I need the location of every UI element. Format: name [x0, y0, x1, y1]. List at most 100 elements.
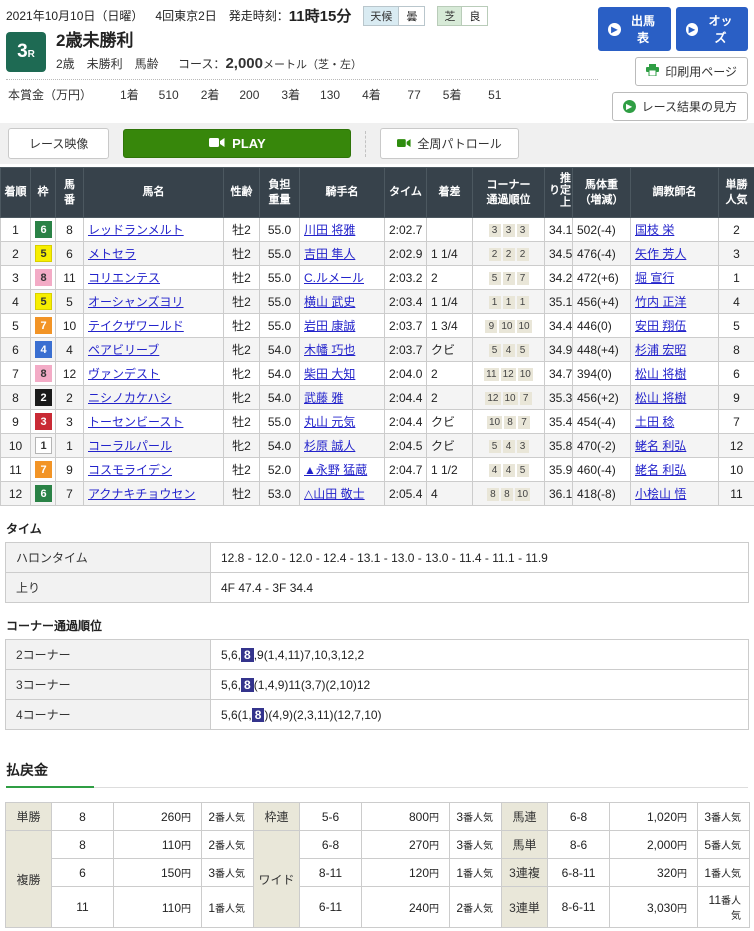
horse-weight: 418(-8) [573, 482, 631, 506]
frame-badge: 7 [35, 317, 52, 334]
sex-age: 牝2 [224, 362, 260, 386]
finish-position: 7 [1, 362, 31, 386]
payout-combo: 8-6 [548, 831, 610, 859]
col-trainer: 調教師名 [631, 168, 719, 218]
horse-name-link[interactable]: ペアビリーブ [88, 343, 159, 357]
meeting-name: 4回東京2日 [155, 7, 216, 24]
horse-name: ヴァンデスト [84, 362, 224, 386]
turf-condition-value: 良 [461, 7, 487, 25]
jockey-name-link[interactable]: 木幡 巧也 [304, 343, 355, 357]
payout-popularity: 3番人気 [202, 859, 254, 887]
weight-carried: 55.0 [260, 290, 300, 314]
weight-carried: 54.0 [260, 338, 300, 362]
jockey-name: 川田 将雅 [300, 218, 385, 242]
trainer-name-link[interactable]: 安田 翔伍 [635, 319, 686, 333]
jockey-name-link[interactable]: 横山 武史 [304, 295, 355, 309]
race-info-block: 2021年10月10日（日曜） 4回東京2日 発走時刻： 11時15分 天候 曇… [6, 5, 598, 121]
trainer-name-link[interactable]: 杉浦 宏昭 [635, 343, 686, 357]
winner-highlight: 8 [252, 708, 265, 722]
odds-button[interactable]: ▶ オッズ [676, 7, 749, 51]
horse-name-link[interactable]: コリエンテス [88, 271, 160, 285]
jockey-name-link[interactable]: 川田 将雅 [304, 223, 355, 237]
race-video-button[interactable]: レース映像 [8, 128, 109, 159]
jockey-name-link[interactable]: 杉原 誠人 [304, 439, 355, 453]
trainer-name: 矢作 芳人 [631, 242, 719, 266]
winner-highlight: 8 [241, 648, 254, 662]
trainer-name-link[interactable]: 蛯名 利弘 [635, 439, 686, 453]
corner-position: 2 [503, 248, 515, 261]
sex-age: 牡2 [224, 290, 260, 314]
frame-number: 8 [31, 362, 56, 386]
payout-table: 単勝 8 260円 2番人気 枠連 5-6 800円 3番人気 馬連 6-8 1… [5, 802, 750, 928]
finish-position: 4 [1, 290, 31, 314]
margin: 2 [427, 266, 473, 290]
trainer-name-link[interactable]: 松山 将樹 [635, 391, 686, 405]
sex-age: 牡2 [224, 218, 260, 242]
trainer-name-link[interactable]: 蛯名 利弘 [635, 463, 686, 477]
prize-place: 2着 [201, 88, 220, 102]
corner-position: 11 [484, 368, 498, 381]
frame-number: 7 [31, 458, 56, 482]
payout-row: 単勝 8 260円 2番人気 枠連 5-6 800円 3番人気 馬連 6-8 1… [6, 803, 750, 831]
results-table: 着順 枠 馬 番 馬名 性齢 負担 重量 騎手名 タイム 着差 コーナー 通過順… [0, 167, 754, 506]
corner-position: 10 [503, 392, 518, 405]
trainer-name-link[interactable]: 矢作 芳人 [635, 247, 686, 261]
print-page-button[interactable]: 印刷用ページ [635, 57, 748, 86]
result-row: 7812ヴァンデスト牝254.0柴田 大知2:04.0211121034.739… [1, 362, 754, 386]
result-guide-label: レース結果の見方 [642, 98, 737, 115]
horse-name-link[interactable]: トーセンビースト [88, 415, 183, 429]
entries-button[interactable]: ▶ 出馬表 [598, 7, 671, 51]
jockey-name-link[interactable]: 武藤 雅 [304, 391, 343, 405]
win-popularity: 7 [719, 410, 754, 434]
trainer-name-link[interactable]: 松山 将樹 [635, 367, 686, 381]
jockey-name: △山田 敬士 [300, 482, 385, 506]
trainer-name-link[interactable]: 土田 稔 [635, 415, 674, 429]
trainer-name-link[interactable]: 堀 宣行 [635, 271, 674, 285]
horse-name-link[interactable]: メトセラ [88, 247, 136, 261]
payout-combo: 11 [52, 887, 114, 928]
horse-name-link[interactable]: コスモライデン [88, 463, 172, 477]
corner-position: 1 [517, 296, 529, 309]
jockey-name-link[interactable]: 丸山 元気 [304, 415, 355, 429]
trainer-name-link[interactable]: 小桧山 悟 [635, 487, 686, 501]
corner-3-value: 5,6,8(1,4,9)11(3,7)(2,10)12 [211, 670, 749, 700]
trainer-name: 蛯名 利弘 [631, 458, 719, 482]
jockey-name-link[interactable]: 柴田 大知 [304, 367, 355, 381]
horse-name-link[interactable]: オーシャンズヨリ [88, 295, 184, 309]
horse-name-link[interactable]: ヴァンデスト [88, 367, 160, 381]
horse-name-link[interactable]: アクナキチョウセン [88, 487, 195, 501]
patrol-video-button[interactable]: 全周パトロール [380, 128, 518, 159]
horse-name-link[interactable]: テイクザワールド [88, 319, 184, 333]
payout-combo: 8 [52, 803, 114, 831]
play-button-label: PLAY [232, 136, 265, 151]
finish-time: 2:04.5 [385, 434, 427, 458]
frame-badge: 2 [35, 389, 52, 406]
col-horse-number: 馬 番 [56, 168, 84, 218]
payout-amount: 800円 [362, 803, 450, 831]
jockey-name: 岩田 康誠 [300, 314, 385, 338]
jockey-name-link[interactable]: 岩田 康誠 [304, 319, 355, 333]
jockey-name-link[interactable]: ▲永野 猛蔵 [304, 463, 367, 477]
play-button[interactable]: PLAY [123, 129, 351, 158]
horse-name-link[interactable]: コーラルパール [88, 439, 172, 453]
prize-label: 本賞金（万円） [8, 88, 92, 102]
finish-position: 1 [1, 218, 31, 242]
result-row: 933トーセンビースト牡255.0丸山 元気2:04.4クビ108735.445… [1, 410, 754, 434]
sex-age: 牝2 [224, 386, 260, 410]
horse-name: コリエンテス [84, 266, 224, 290]
trainer-name-link[interactable]: 竹内 正洋 [635, 295, 686, 309]
corner-position: 10 [517, 320, 532, 333]
jockey-name: 横山 武史 [300, 290, 385, 314]
patrol-video-label: 全周パトロール [417, 135, 501, 152]
trainer-name: 堀 宣行 [631, 266, 719, 290]
jockey-name-link[interactable]: C.ルメール [304, 271, 364, 285]
trainer-name-link[interactable]: 国枝 栄 [635, 223, 674, 237]
jockey-name-link[interactable]: 吉田 隼人 [304, 247, 355, 261]
corner-position: 4 [489, 464, 501, 477]
horse-name-link[interactable]: レッドランメルト [88, 223, 184, 237]
prize-amount: 77 [381, 88, 421, 102]
corner-position: 8 [504, 416, 516, 429]
horse-name-link[interactable]: ニシノカケハシ [88, 391, 172, 405]
jockey-name-link[interactable]: △山田 敬士 [304, 487, 365, 501]
result-guide-button[interactable]: ▶ レース結果の見方 [612, 92, 748, 121]
